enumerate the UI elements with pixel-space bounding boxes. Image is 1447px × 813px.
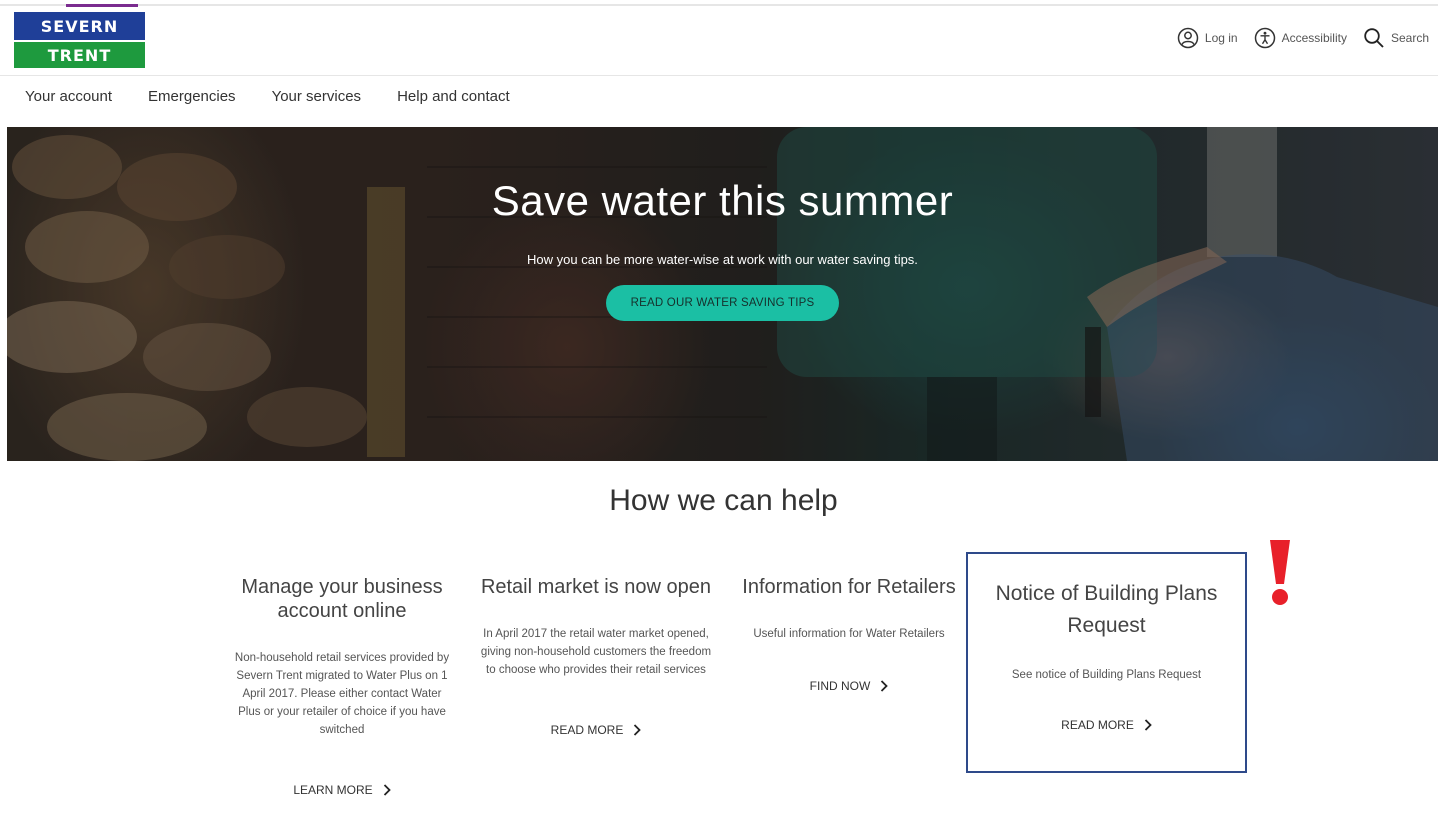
card-body: Useful information for Water Retailers [753, 628, 945, 640]
hero-banner: Save water this summer How you can be mo… [7, 127, 1438, 461]
card-manage-account: Manage your business account online Non-… [230, 575, 454, 799]
search-link[interactable]: Search [1363, 27, 1429, 49]
card-title: Retail market is now open [480, 576, 712, 598]
water-saving-tips-button[interactable]: READ OUR WATER SAVING TIPS [606, 285, 839, 321]
find-now-link[interactable]: FIND NOW [810, 679, 889, 693]
nav-emergencies[interactable]: Emergencies [148, 88, 236, 105]
link-label: READ MORE [550, 723, 624, 737]
top-rule [0, 4, 1438, 6]
logo-bottom-text: TRENT [14, 40, 145, 68]
link-label: READ MORE [1061, 718, 1134, 732]
card-title: Notice of Building Plans Request [995, 582, 1218, 637]
header-divider [0, 75, 1438, 76]
main-nav: Your account Emergencies Your services H… [25, 88, 510, 105]
chevron-right-icon [383, 784, 391, 796]
accessibility-label: Accessibility [1281, 31, 1347, 45]
card-retail-market: Retail market is now open In April 2017 … [480, 575, 712, 739]
learn-more-link[interactable]: LEARN MORE [293, 783, 391, 797]
read-more-link[interactable]: READ MORE [551, 723, 642, 737]
card-body: Non-household retail services provided b… [234, 652, 450, 736]
accessibility-icon [1254, 27, 1275, 49]
nav-help-and-contact[interactable]: Help and contact [397, 88, 510, 105]
exclamation-icon [1270, 540, 1290, 605]
top-accent-bar [66, 4, 138, 7]
nav-your-services[interactable]: Your services [272, 88, 362, 105]
card-retailer-info: Information for Retailers Useful informa… [740, 575, 958, 695]
chevron-right-icon [1144, 719, 1152, 731]
login-link[interactable]: Log in [1177, 27, 1238, 49]
user-icon [1177, 27, 1199, 49]
card-title: Manage your business account online [241, 576, 443, 622]
read-more-link[interactable]: READ MORE [1061, 718, 1152, 732]
link-label: FIND NOW [809, 679, 871, 693]
chevron-right-icon [634, 724, 642, 736]
card-body: In April 2017 the retail water market op… [480, 628, 712, 676]
utility-nav: Log in Accessibility Search [1177, 27, 1429, 49]
card-building-plans: Notice of Building Plans Request See not… [966, 552, 1247, 773]
accessibility-link[interactable]: Accessibility [1254, 27, 1347, 49]
hero-title: Save water this summer [491, 177, 954, 224]
card-title: Information for Retailers [742, 576, 956, 598]
search-label: Search [1390, 31, 1429, 45]
card-body: See notice of Building Plans Request [1011, 669, 1202, 681]
severn-trent-logo[interactable]: SEVERN TRENT [14, 12, 145, 68]
help-section-title: How we can help [609, 484, 838, 517]
chevron-right-icon [881, 680, 889, 692]
logo-top-text: SEVERN [14, 12, 145, 40]
nav-your-account[interactable]: Your account [25, 88, 112, 105]
search-icon [1364, 28, 1384, 48]
link-label: LEARN MORE [293, 783, 373, 797]
hero-subtitle: How you can be more water-wise at work w… [527, 252, 918, 267]
login-label: Log in [1204, 31, 1238, 45]
